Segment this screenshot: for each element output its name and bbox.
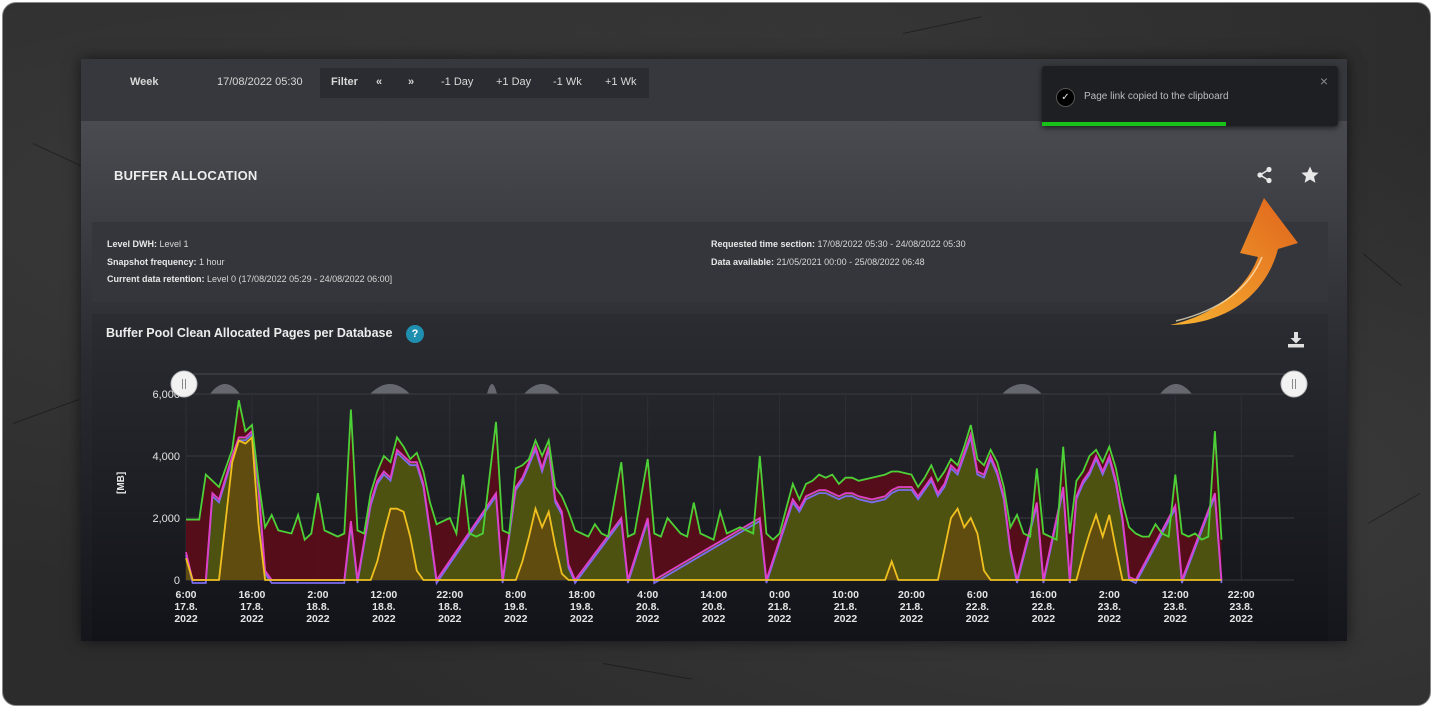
- x-tick-label: 23.8.: [1230, 601, 1253, 613]
- x-tick-label: 23.8.: [1164, 601, 1187, 613]
- x-tick-label: 21.8.: [768, 601, 791, 613]
- x-tick-label: 2:00: [307, 589, 328, 601]
- x-tick-label: 2022: [702, 613, 726, 625]
- info-panel: Level DWH: Level 1 Snapshot frequency: 1…: [92, 222, 1328, 302]
- x-tick-label: 16:00: [1030, 589, 1057, 601]
- x-tick-label: 22:00: [436, 589, 463, 601]
- next-button[interactable]: »: [408, 76, 414, 88]
- x-tick-label: 21.8.: [834, 601, 857, 613]
- x-tick-label: 20:00: [898, 589, 925, 601]
- x-tick-label: 18.8.: [306, 601, 329, 613]
- star-icon[interactable]: [1300, 165, 1320, 190]
- x-tick-label: 12:00: [370, 589, 397, 601]
- chart-panel: Buffer Pool Clean Allocated Pages per Da…: [92, 314, 1328, 641]
- x-tick-label: 12:00: [1162, 589, 1189, 601]
- retention-info: Current data retention: Level 0 (17/08/2…: [107, 274, 393, 284]
- x-tick-label: 17.8.: [240, 601, 263, 613]
- toast-notification: ✓ Page link copied to the clipboard ×: [1042, 66, 1338, 126]
- period-selector[interactable]: Week: [130, 76, 159, 88]
- snapshot-info: Snapshot frequency: 1 hour: [107, 257, 225, 267]
- check-icon: ✓: [1056, 88, 1075, 107]
- x-tick-label: 2:00: [1099, 589, 1120, 601]
- requested-info: Requested time section: 17/08/2022 05:30…: [711, 239, 966, 249]
- x-tick-label: 2022: [1032, 613, 1056, 625]
- navigator-hump: [370, 384, 410, 394]
- x-tick-label: 8:00: [505, 589, 526, 601]
- x-tick-label: 2022: [636, 613, 660, 625]
- x-tick-label: 18:00: [568, 589, 595, 601]
- x-tick-label: 2022: [570, 613, 594, 625]
- share-icon[interactable]: [1256, 166, 1274, 189]
- filter-bar: Filter « » -1 Day +1 Day -1 Wk +1 Wk: [320, 68, 649, 98]
- app-window: Week 17/08/2022 05:30 Filter « » -1 Day …: [81, 59, 1347, 641]
- x-tick-label: 19.8.: [570, 601, 593, 613]
- x-tick-label: 2022: [240, 613, 264, 625]
- x-tick-label: 10:00: [832, 589, 859, 601]
- x-tick-label: 23.8.: [1098, 601, 1121, 613]
- x-tick-label: 2022: [1230, 613, 1254, 625]
- available-info: Data available: 21/05/2021 00:00 - 25/08…: [711, 257, 925, 267]
- navigator-hump: [1160, 384, 1192, 394]
- x-tick-label: 19.8.: [504, 601, 527, 613]
- plus-week-button[interactable]: +1 Wk: [605, 76, 636, 88]
- filter-button[interactable]: Filter: [331, 76, 358, 88]
- x-tick-label: 22:00: [1228, 589, 1255, 601]
- level-info: Level DWH: Level 1: [107, 239, 189, 249]
- x-tick-label: 16:00: [239, 589, 266, 601]
- minus-day-button[interactable]: -1 Day: [441, 76, 473, 88]
- x-tick-label: 0:00: [769, 589, 790, 601]
- datetime-field[interactable]: 17/08/2022 05:30: [217, 76, 303, 88]
- navigator-hump: [210, 384, 240, 394]
- x-tick-label: 2022: [768, 613, 792, 625]
- close-icon[interactable]: ×: [1320, 73, 1328, 89]
- x-tick-label: 18.8.: [438, 601, 461, 613]
- prev-button[interactable]: «: [376, 76, 382, 88]
- x-tick-label: 6:00: [967, 589, 988, 601]
- chart-plot: 02,0004,0006,0006:0017.8.202216:0017.8.2…: [152, 370, 1308, 625]
- x-tick-label: 2022: [1164, 613, 1188, 625]
- range-handle[interactable]: [1280, 370, 1308, 398]
- x-tick-label: 14:00: [700, 589, 727, 601]
- x-tick-label: 22.8.: [1032, 601, 1055, 613]
- x-tick-label: 22.8.: [966, 601, 989, 613]
- x-tick-label: 6:00: [175, 589, 196, 601]
- x-tick-label: 2022: [174, 613, 198, 625]
- x-tick-label: 20.8.: [702, 601, 725, 613]
- x-tick-label: 20.8.: [636, 601, 659, 613]
- plus-day-button[interactable]: +1 Day: [496, 76, 531, 88]
- x-tick-label: 2022: [1098, 613, 1122, 625]
- minus-week-button[interactable]: -1 Wk: [553, 76, 582, 88]
- toast-progress-bar: [1042, 122, 1226, 126]
- x-tick-label: 4:00: [637, 589, 658, 601]
- x-tick-label: 2022: [504, 613, 528, 625]
- x-tick-label: 2022: [834, 613, 858, 625]
- x-tick-label: 2022: [966, 613, 990, 625]
- x-tick-label: 21.8.: [900, 601, 923, 613]
- page-title: BUFFER ALLOCATION: [114, 168, 258, 183]
- y-tick-label: 0: [174, 575, 180, 587]
- x-tick-label: 2022: [372, 613, 396, 625]
- x-tick-label: 2022: [900, 613, 924, 625]
- annotation-arrow: [1170, 198, 1298, 325]
- range-handle[interactable]: [170, 370, 198, 398]
- x-tick-label: 2022: [306, 613, 330, 625]
- y-tick-label: 4,000: [152, 451, 180, 463]
- navigator-hump: [487, 384, 497, 394]
- navigator-hump: [524, 384, 560, 394]
- y-tick-label: 2,000: [152, 513, 180, 525]
- toast-message: Page link copied to the clipboard: [1084, 91, 1229, 102]
- navigator-hump: [1002, 384, 1042, 394]
- x-tick-label: 17.8.: [174, 601, 197, 613]
- x-tick-label: 2022: [438, 613, 462, 625]
- x-tick-label: 18.8.: [372, 601, 395, 613]
